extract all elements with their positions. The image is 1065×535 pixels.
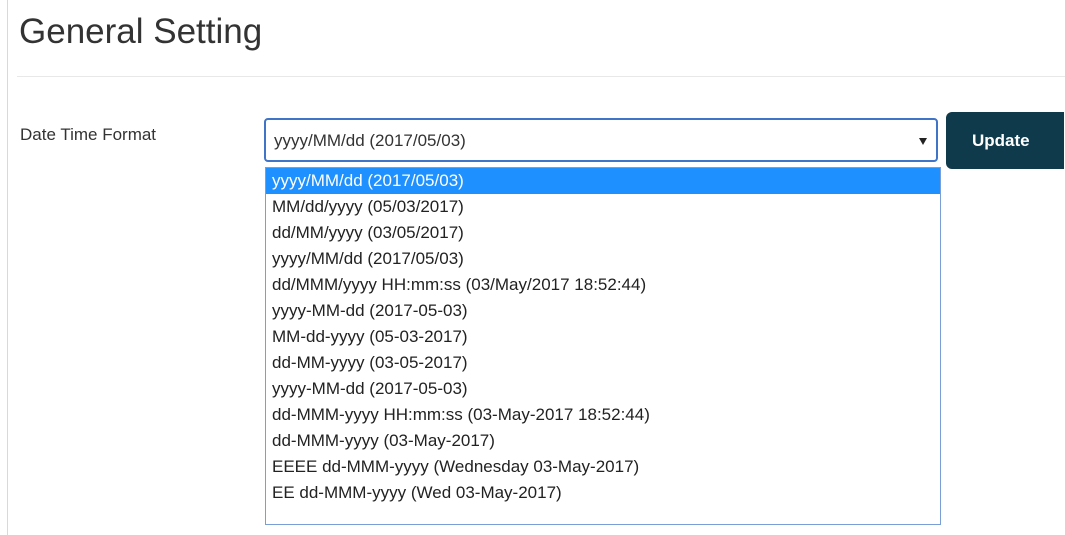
dropdown-option[interactable]: EE dd-MMM-yyyy (Wed 03-May-2017) xyxy=(266,480,940,506)
chevron-down-icon xyxy=(919,138,927,145)
date-time-format-label: Date Time Format xyxy=(20,125,157,144)
dropdown-option[interactable]: MM-dd-yyyy (05-03-2017) xyxy=(266,324,940,350)
dropdown-option[interactable]: dd-MMM-yyyy HH:mm:ss (03-May-2017 18:52:… xyxy=(266,402,940,428)
update-button[interactable]: Update xyxy=(946,112,1064,169)
dropdown-option[interactable]: yyyy-MM-dd (2017-05-03) xyxy=(266,298,940,324)
dropdown-option[interactable]: yyyy/MM/dd (2017/05/03) xyxy=(266,168,940,194)
dropdown-option[interactable]: dd-MM-yyyy (03-05-2017) xyxy=(266,350,940,376)
date-time-format-options-list[interactable]: yyyy/MM/dd (2017/05/03) MM/dd/yyyy (05/03… xyxy=(265,167,941,525)
date-time-format-selected-value: yyyy/MM/dd (2017/05/03) xyxy=(274,131,466,150)
dropdown-option[interactable]: MM/dd/yyyy (05/03/2017) xyxy=(266,194,940,220)
dropdown-option[interactable]: EEEE dd-MMM-yyyy (Wednesday 03-May-2017) xyxy=(266,454,940,480)
title-divider xyxy=(17,76,1065,77)
content-left-border xyxy=(7,0,8,535)
date-time-format-select[interactable]: yyyy/MM/dd (2017/05/03) xyxy=(264,118,938,162)
page-title: General Setting xyxy=(19,12,263,51)
dropdown-option[interactable]: dd/MM/yyyy (03/05/2017) xyxy=(266,220,940,246)
dropdown-option[interactable]: yyyy/MM/dd (2017/05/03) xyxy=(266,246,940,272)
dropdown-option[interactable]: dd-MMM-yyyy (03-May-2017) xyxy=(266,428,940,454)
dropdown-option[interactable]: yyyy-MM-dd (2017-05-03) xyxy=(266,376,940,402)
dropdown-option[interactable]: dd/MMM/yyyy HH:mm:ss (03/May/2017 18:52:… xyxy=(266,272,940,298)
